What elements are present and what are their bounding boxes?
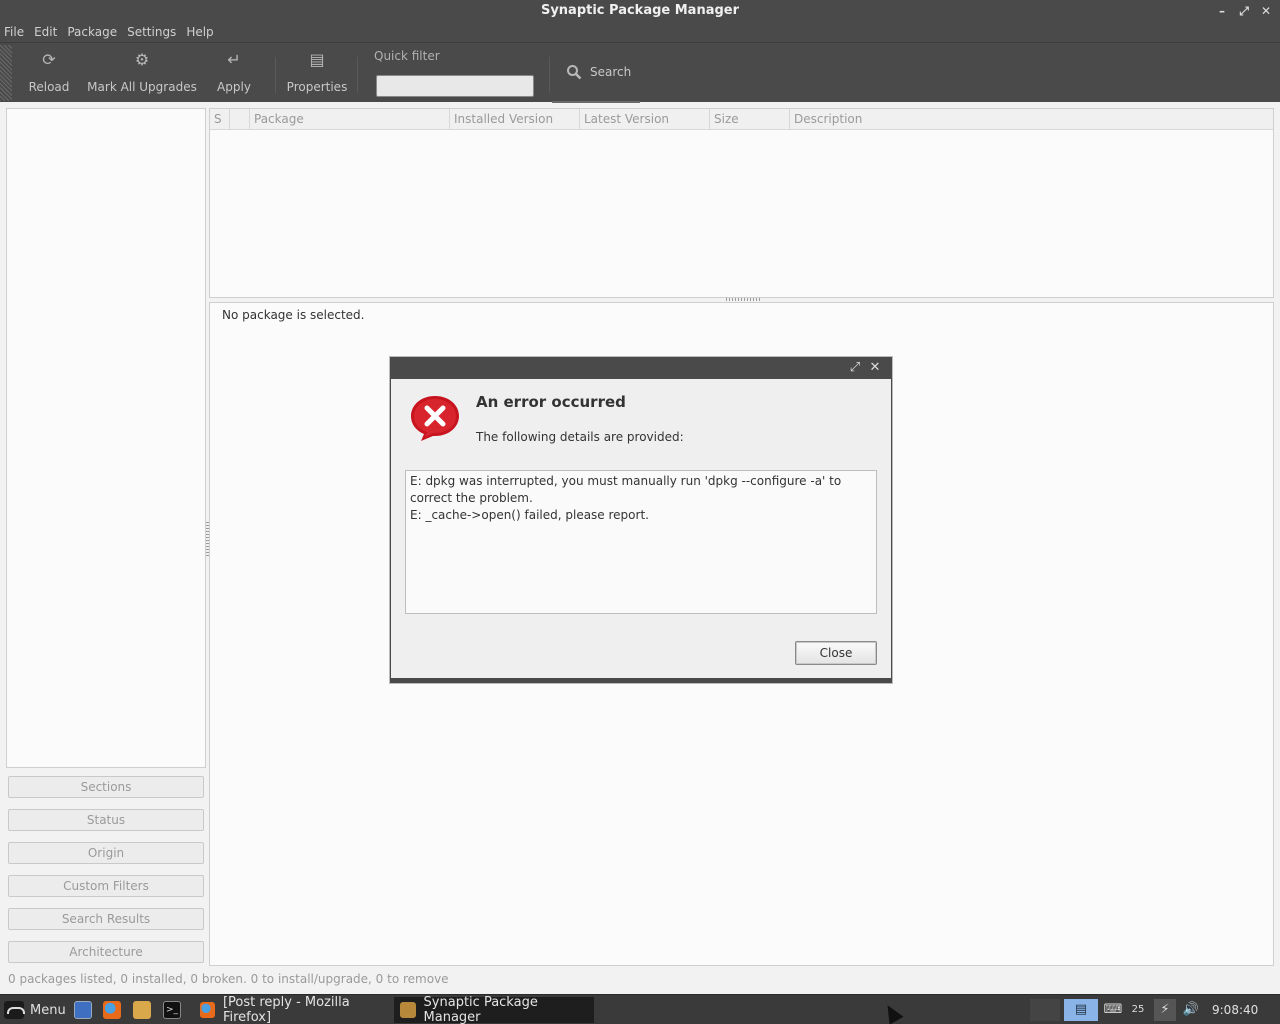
synaptic-icon bbox=[400, 1002, 416, 1018]
menu-help[interactable]: Help bbox=[186, 25, 213, 39]
column-description[interactable]: Description bbox=[790, 109, 1274, 130]
error-details-textbox[interactable]: E: dpkg was interrupted, you must manual… bbox=[405, 470, 877, 614]
column-support[interactable] bbox=[230, 109, 250, 130]
search-icon bbox=[567, 65, 582, 80]
toolbar-grip[interactable] bbox=[0, 45, 12, 101]
window-titlebar[interactable]: Synaptic Package Manager – ⤢ ✕ bbox=[0, 0, 1280, 22]
search-label: Search bbox=[590, 65, 632, 79]
toolbar: ⟳ Reload ⚙ Mark All Upgrades ↵ Apply ▤ P… bbox=[0, 42, 1280, 103]
package-table-header: S Package Installed Version Latest Versi… bbox=[210, 109, 1273, 130]
properties-label: Properties bbox=[286, 80, 348, 94]
dialog-maximize-icon[interactable]: ⤢ bbox=[847, 360, 863, 376]
menu-file[interactable]: File bbox=[4, 25, 24, 39]
close-icon[interactable]: ✕ bbox=[1260, 5, 1272, 17]
package-table[interactable]: S Package Installed Version Latest Versi… bbox=[209, 108, 1274, 298]
error-dialog: ⤢ ✕ An error occurred The following deta… bbox=[390, 357, 892, 683]
gear-icon: ⚙ bbox=[134, 50, 150, 69]
mark-all-upgrades-label: Mark All Upgrades bbox=[87, 80, 197, 94]
window-title: Synaptic Package Manager bbox=[540, 3, 740, 18]
menu-edit[interactable]: Edit bbox=[34, 25, 57, 39]
reload-icon: ⟳ bbox=[42, 50, 56, 69]
reload-label: Reload bbox=[28, 80, 70, 94]
apply-icon: ↵ bbox=[227, 50, 241, 69]
column-size[interactable]: Size bbox=[710, 109, 790, 130]
menu-package[interactable]: Package bbox=[67, 25, 117, 39]
toolbar-separator bbox=[549, 57, 550, 93]
filter-status-button[interactable]: Status bbox=[8, 809, 204, 831]
task-synaptic[interactable]: Synaptic Package Manager bbox=[394, 995, 594, 1024]
firefox-launcher-icon[interactable] bbox=[103, 1001, 121, 1019]
table-resize-handle[interactable] bbox=[726, 298, 760, 301]
calendar-icon[interactable]: 25 bbox=[1127, 999, 1149, 1021]
dialog-titlebar[interactable]: ⤢ ✕ bbox=[391, 358, 891, 379]
column-status[interactable]: S bbox=[210, 109, 230, 130]
apply-label: Apply bbox=[217, 80, 251, 94]
filter-sections-button[interactable]: Sections bbox=[8, 776, 204, 798]
properties-icon: ▤ bbox=[309, 50, 325, 69]
mint-logo-icon bbox=[4, 1001, 25, 1019]
filter-list[interactable] bbox=[6, 108, 206, 768]
start-menu-label: Menu bbox=[30, 1002, 66, 1018]
reload-button[interactable]: ⟳ Reload bbox=[22, 43, 76, 103]
search-button[interactable]: Search bbox=[552, 43, 640, 103]
volume-icon[interactable]: 🔊 bbox=[1180, 999, 1202, 1021]
workspace-switcher[interactable] bbox=[1030, 999, 1060, 1021]
toolbar-separator bbox=[275, 57, 276, 93]
keyboard-icon[interactable]: ⌨ bbox=[1102, 999, 1124, 1021]
dialog-subheading: The following details are provided: bbox=[476, 430, 684, 444]
close-button[interactable]: Close bbox=[795, 641, 877, 665]
dialog-bottom-border bbox=[391, 678, 891, 682]
menubar: File Edit Package Settings Help bbox=[0, 22, 1280, 42]
error-line: E: dpkg was interrupted, you must manual… bbox=[410, 474, 842, 505]
apply-button[interactable]: ↵ Apply bbox=[212, 43, 256, 103]
column-latest-version[interactable]: Latest Version bbox=[580, 109, 710, 130]
details-text: No package is selected. bbox=[222, 308, 365, 322]
maximize-icon[interactable]: ⤢ bbox=[1238, 5, 1250, 17]
column-package[interactable]: Package bbox=[250, 109, 450, 130]
dialog-heading: An error occurred bbox=[476, 393, 626, 411]
status-bar: 0 packages listed, 0 installed, 0 broken… bbox=[8, 972, 449, 986]
quick-filter-input[interactable] bbox=[376, 75, 534, 97]
task-label: Synaptic Package Manager bbox=[423, 995, 538, 1024]
error-icon bbox=[411, 396, 459, 441]
firefox-icon bbox=[200, 1002, 215, 1018]
dialog-close-icon[interactable]: ✕ bbox=[867, 360, 883, 376]
error-line: E: _cache->open() failed, please report. bbox=[410, 508, 649, 522]
minimize-icon[interactable]: – bbox=[1216, 5, 1228, 17]
clock[interactable]: 9:08:40 pm bbox=[1212, 995, 1280, 1024]
window-list-icon[interactable]: ▤ bbox=[1064, 999, 1098, 1021]
taskbar: Menu >_ [Post reply - Mozilla Firefox] S… bbox=[0, 994, 1280, 1024]
menu-settings[interactable]: Settings bbox=[127, 25, 176, 39]
filter-architecture-button[interactable]: Architecture bbox=[8, 941, 204, 963]
filter-search-results-button[interactable]: Search Results bbox=[8, 908, 204, 930]
column-installed-version[interactable]: Installed Version bbox=[450, 109, 580, 130]
quick-filter-label: Quick filter bbox=[374, 49, 440, 63]
mark-all-upgrades-button[interactable]: ⚙ Mark All Upgrades bbox=[86, 43, 198, 103]
toolbar-separator bbox=[357, 57, 358, 93]
task-firefox[interactable]: [Post reply - Mozilla Firefox] bbox=[194, 995, 390, 1024]
filter-origin-button[interactable]: Origin bbox=[8, 842, 204, 864]
task-label: [Post reply - Mozilla Firefox] bbox=[222, 995, 350, 1024]
start-menu-button[interactable]: Menu bbox=[4, 999, 66, 1021]
network-icon[interactable]: ⚡ bbox=[1154, 999, 1176, 1021]
terminal-launcher-icon[interactable]: >_ bbox=[163, 1001, 181, 1019]
files-launcher-icon[interactable] bbox=[133, 1001, 151, 1019]
window-controls: – ⤢ ✕ bbox=[1216, 0, 1272, 22]
filter-custom-filters-button[interactable]: Custom Filters bbox=[8, 875, 204, 897]
properties-button[interactable]: ▤ Properties bbox=[284, 43, 350, 103]
show-desktop-icon[interactable] bbox=[74, 1001, 92, 1019]
